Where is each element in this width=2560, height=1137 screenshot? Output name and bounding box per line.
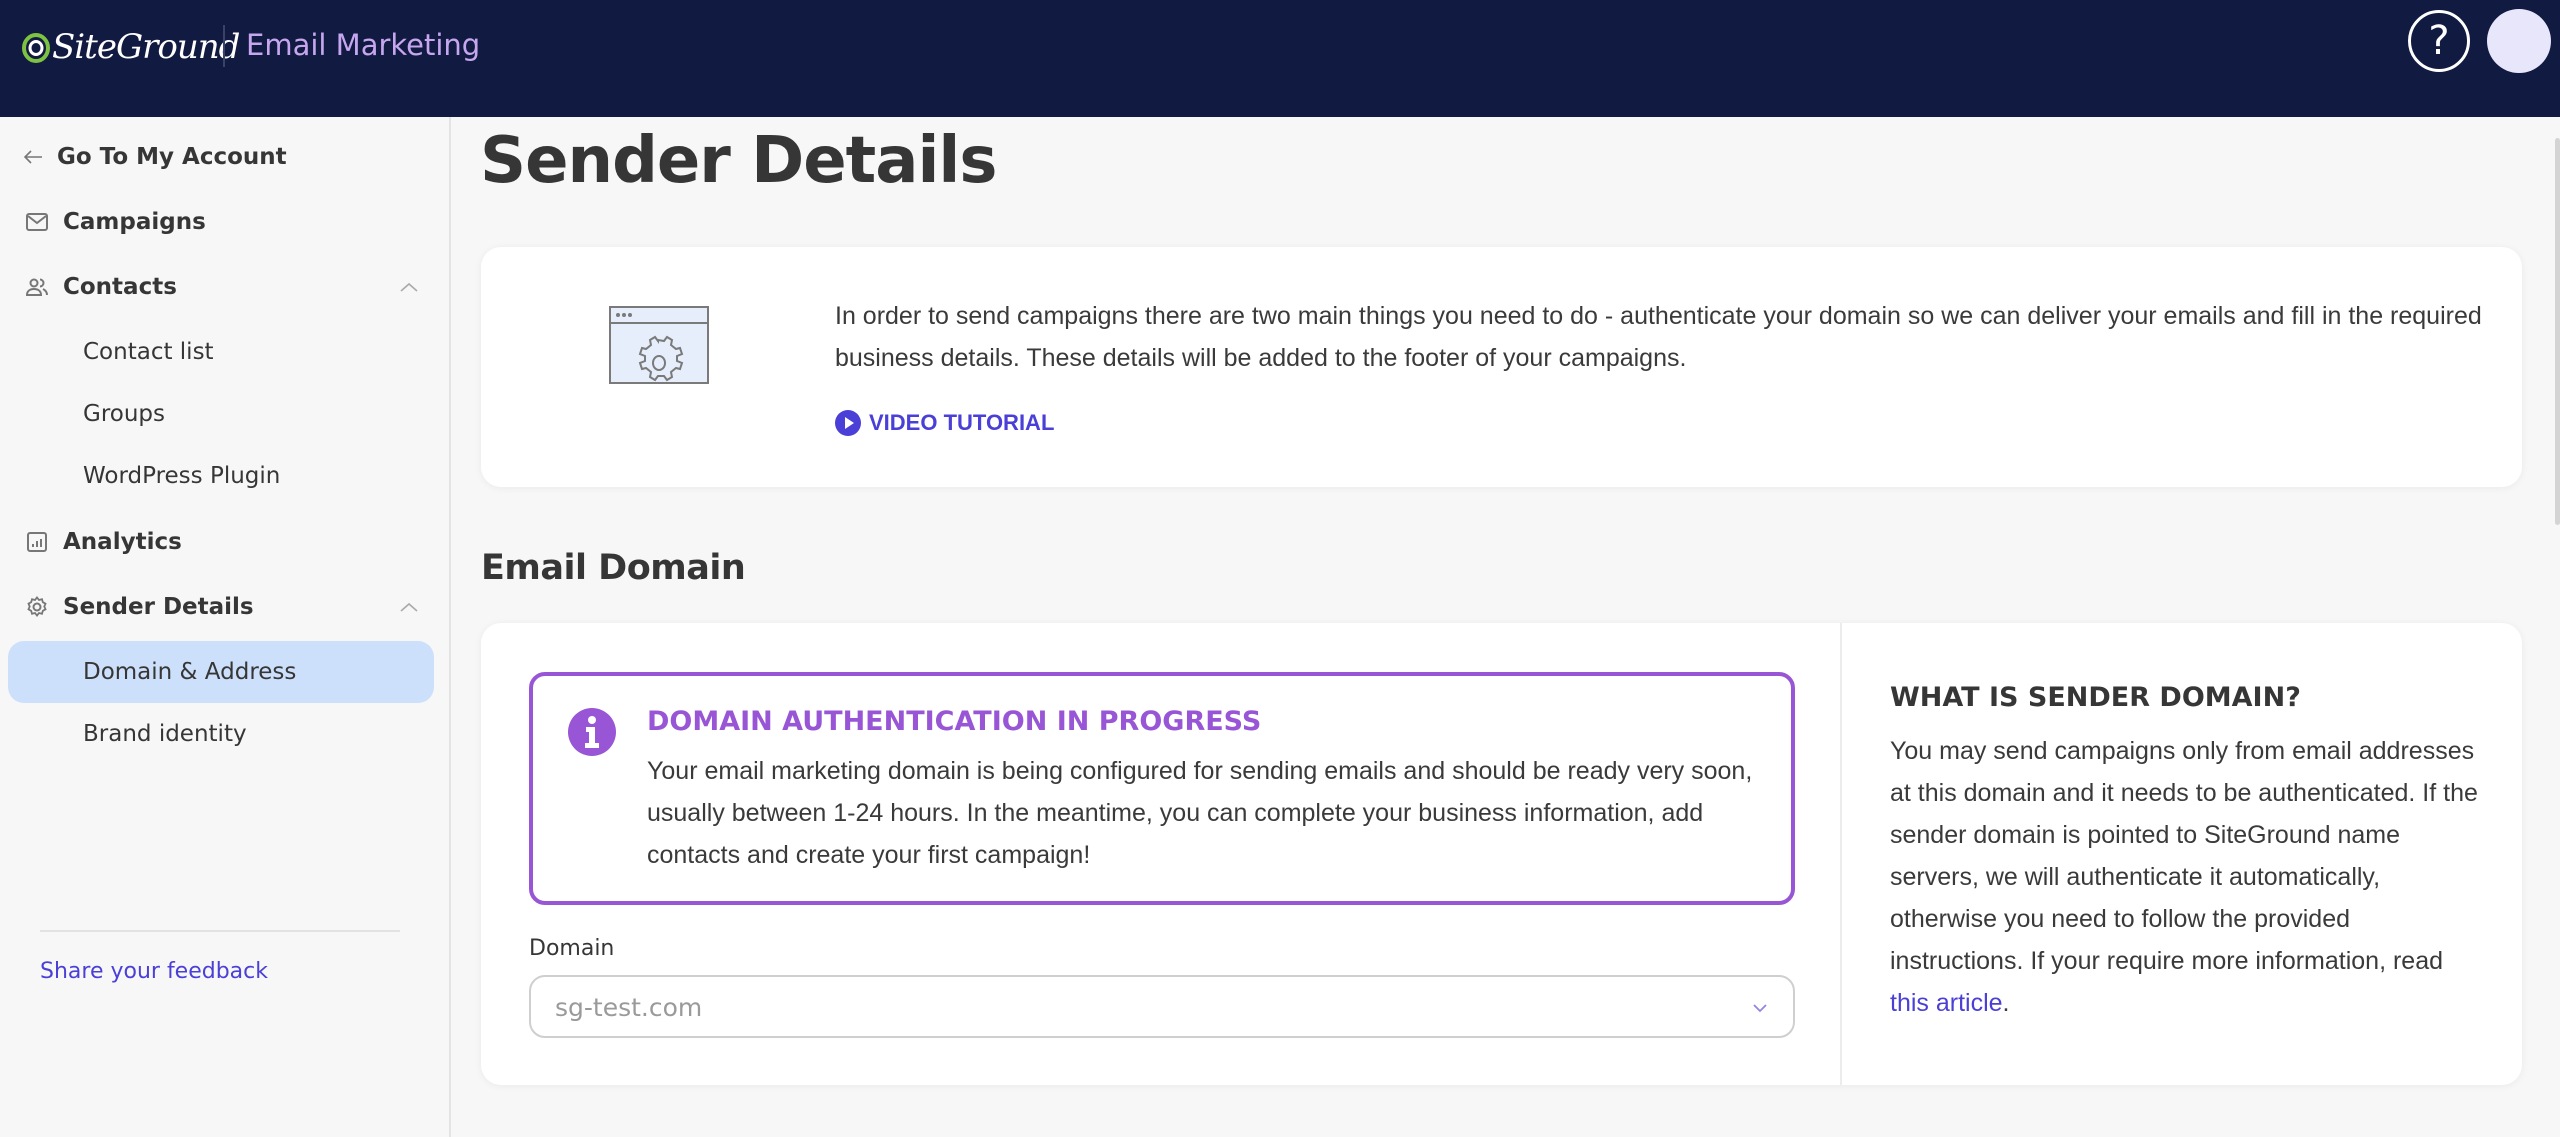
domain-form-panel: DOMAIN AUTHENTICATION IN PROGRESS Your e… bbox=[481, 623, 1842, 1085]
browser-settings-illustration bbox=[609, 306, 709, 384]
help-body-suffix: . bbox=[2002, 989, 2010, 1017]
sidebar-subitem-label: Groups bbox=[83, 401, 166, 427]
sidebar-subitem-label: Contact list bbox=[83, 339, 214, 365]
page-title: Sender Details bbox=[480, 124, 997, 198]
header-divider bbox=[223, 25, 225, 67]
chevron-up-icon[interactable] bbox=[397, 595, 421, 619]
help-title: WHAT IS SENDER DOMAIN? bbox=[1890, 682, 2301, 713]
sidebar-subitem-label: WordPress Plugin bbox=[83, 463, 281, 489]
envelope-icon bbox=[24, 209, 50, 235]
app-title: Email Marketing bbox=[246, 28, 481, 62]
page-scrollbar-thumb[interactable] bbox=[2555, 138, 2560, 525]
arrow-left-icon bbox=[20, 144, 46, 170]
gear-icon bbox=[24, 594, 50, 620]
help-circle-icon: ? bbox=[2428, 18, 2450, 64]
play-circle-icon bbox=[835, 410, 861, 436]
sidebar-subitem-groups[interactable]: Groups bbox=[8, 383, 434, 445]
chevron-up-icon[interactable] bbox=[397, 275, 421, 299]
brand-name: SiteGround bbox=[52, 27, 240, 67]
siteground-logo-icon bbox=[22, 33, 50, 63]
help-body-text: You may send campaigns only from email a… bbox=[1890, 737, 2478, 975]
sidebar-item-contacts[interactable]: Contacts bbox=[0, 262, 451, 312]
sidebar-subitem-wordpress-plugin[interactable]: WordPress Plugin bbox=[8, 445, 434, 507]
top-header: SiteGround Email Marketing ? bbox=[0, 0, 2560, 117]
sidebar-item-label: Go To My Account bbox=[57, 144, 287, 170]
users-icon bbox=[24, 274, 50, 300]
sidebar-item-sender-details[interactable]: Sender Details bbox=[0, 582, 451, 632]
sidebar-item-label: Contacts bbox=[63, 274, 177, 300]
video-tutorial-link[interactable]: VIDEO TUTORIAL bbox=[835, 410, 1054, 436]
domain-select[interactable]: sg-test.com bbox=[529, 975, 1795, 1038]
sidebar-subitem-label: Brand identity bbox=[83, 721, 247, 747]
sidebar-divider bbox=[40, 930, 400, 932]
help-button[interactable]: ? bbox=[2408, 10, 2470, 72]
video-tutorial-label: VIDEO TUTORIAL bbox=[869, 410, 1055, 435]
domain-field-label: Domain bbox=[529, 936, 615, 961]
sidebar-subitem-domain-address[interactable]: Domain & Address bbox=[8, 641, 434, 703]
alert-title: DOMAIN AUTHENTICATION IN PROGRESS bbox=[647, 706, 1262, 737]
email-domain-card: DOMAIN AUTHENTICATION IN PROGRESS Your e… bbox=[481, 623, 2522, 1085]
alert-body: Your email marketing domain is being con… bbox=[647, 757, 1753, 869]
sidebar-item-campaigns[interactable]: Campaigns bbox=[0, 197, 451, 247]
user-avatar[interactable] bbox=[2487, 9, 2551, 73]
domain-select-value: sg-test.com bbox=[555, 993, 703, 1022]
section-title-email-domain: Email Domain bbox=[481, 548, 746, 588]
intro-description: In order to send campaigns there are two… bbox=[835, 302, 2482, 372]
siteground-logo[interactable]: SiteGround bbox=[22, 24, 240, 70]
help-body: You may send campaigns only from email a… bbox=[1890, 730, 2480, 1024]
chevron-down-icon bbox=[1753, 1004, 1767, 1013]
sidebar-subitem-brand-identity[interactable]: Brand identity bbox=[8, 703, 434, 765]
domain-auth-alert: DOMAIN AUTHENTICATION IN PROGRESS Your e… bbox=[529, 672, 1795, 905]
sidebar-item-go-to-my-account[interactable]: Go To My Account bbox=[0, 132, 451, 182]
sidebar: Go To My Account Campaigns Contacts Cont… bbox=[0, 117, 451, 1137]
this-article-link[interactable]: this article bbox=[1890, 989, 2003, 1017]
intro-card: In order to send campaigns there are two… bbox=[481, 247, 2522, 487]
sidebar-item-label: Campaigns bbox=[63, 209, 206, 235]
chart-icon bbox=[24, 529, 50, 555]
sidebar-subitem-contact-list[interactable]: Contact list bbox=[8, 321, 434, 383]
sidebar-item-label: Analytics bbox=[63, 529, 182, 555]
sidebar-item-label: Sender Details bbox=[63, 594, 254, 620]
share-feedback-link[interactable]: Share your feedback bbox=[40, 959, 268, 984]
sidebar-subitem-label: Domain & Address bbox=[83, 659, 297, 685]
info-icon bbox=[568, 708, 616, 756]
sidebar-item-analytics[interactable]: Analytics bbox=[0, 517, 451, 567]
